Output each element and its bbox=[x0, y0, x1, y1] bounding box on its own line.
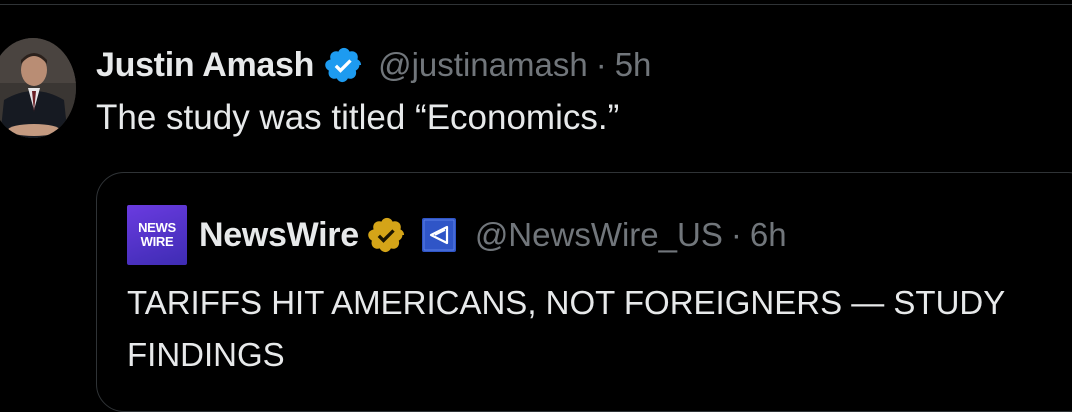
logo-text-line2: WIRE bbox=[140, 234, 174, 249]
newswire-logo-avatar[interactable]: NEWS WIRE bbox=[127, 205, 187, 265]
quoted-tweet-card[interactable]: NEWS WIRE NewsWire @NewsWire_US · 6h TAR… bbox=[96, 172, 1072, 412]
logo-text-line1: NEWS bbox=[138, 220, 176, 235]
author-display-name[interactable]: Justin Amash bbox=[96, 46, 314, 85]
quoted-tweet-header: NEWS WIRE NewsWire @NewsWire_US · 6h bbox=[127, 203, 787, 267]
quoted-tweet-text: TARIFFS HIT AMERICANS, NOT FOREIGNERS — … bbox=[127, 284, 1005, 373]
quoted-handle[interactable]: @NewsWire_US bbox=[475, 216, 723, 254]
avatar-photo bbox=[0, 38, 76, 138]
tweet-text: The study was titled “Economics.” bbox=[96, 98, 620, 137]
gold-verified-badge-icon[interactable] bbox=[367, 215, 407, 255]
separator-dot: · bbox=[595, 46, 607, 83]
verified-badge-icon[interactable] bbox=[324, 45, 364, 85]
quoted-separator-dot: · bbox=[730, 216, 742, 253]
tweet-timestamp[interactable]: 5h bbox=[615, 46, 652, 84]
tweet[interactable]: Justin Amash @justinamash · 5h The study… bbox=[0, 0, 1072, 412]
quoted-timestamp[interactable]: 6h bbox=[750, 216, 787, 254]
author-handle[interactable]: @justinamash bbox=[378, 46, 588, 84]
quoted-display-name[interactable]: NewsWire bbox=[199, 216, 359, 255]
affiliate-badge-icon[interactable] bbox=[421, 217, 457, 253]
avatar[interactable] bbox=[0, 38, 76, 138]
tweet-header: Justin Amash @justinamash · 5h bbox=[96, 42, 651, 88]
